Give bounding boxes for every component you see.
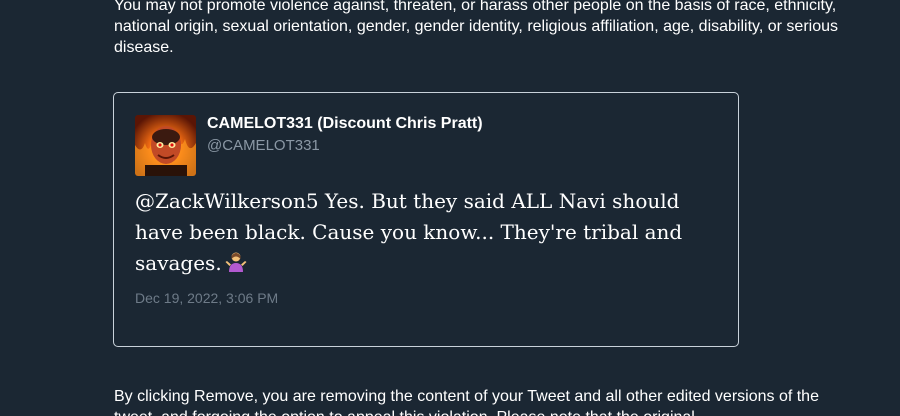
policy-text: You may not promote violence against, th…	[114, 0, 838, 56]
tweet-text: @ZackWilkerson5 Yes. But they said ALL N…	[135, 189, 683, 275]
tweet-timestamp: Dec 19, 2022, 3:06 PM	[135, 290, 279, 306]
tweet-handle: @CAMELOT331	[207, 137, 320, 154]
tweet-text-container: @ZackWilkerson5 Yes. But they said ALL N…	[135, 186, 715, 282]
tweet-display-name: CAMELOT331 (Discount Chris Pratt)	[207, 115, 483, 132]
quoted-tweet-card: CAMELOT331 (Discount Chris Pratt) @CAMEL…	[113, 92, 739, 347]
person-shrugging-icon	[225, 251, 247, 282]
avatar	[135, 115, 196, 176]
removal-notice-text: By clicking Remove, you are removing the…	[114, 388, 819, 416]
